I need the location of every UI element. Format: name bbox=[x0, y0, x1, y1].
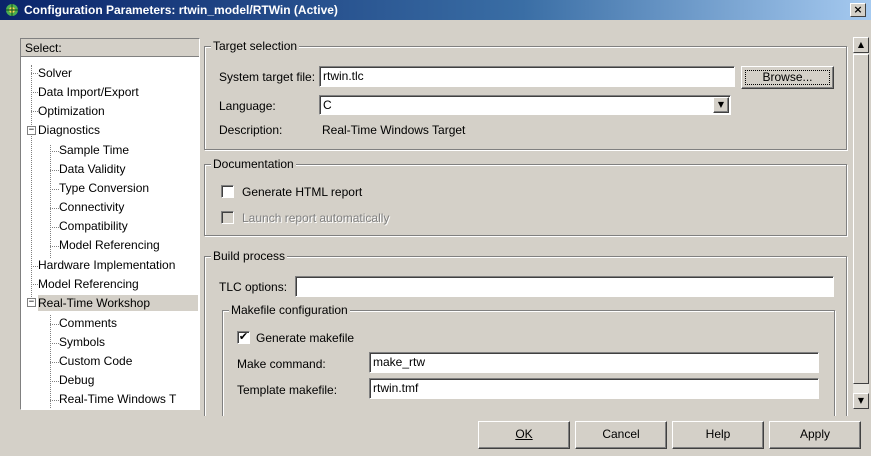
title-bar[interactable]: Configuration Parameters: rtwin_model/RT… bbox=[0, 0, 871, 20]
ok-button[interactable]: OK bbox=[478, 421, 570, 449]
group-title: Documentation bbox=[211, 157, 296, 171]
launch-report-checkbox bbox=[221, 211, 234, 224]
tlc-options-label: TLC options: bbox=[219, 280, 288, 294]
launch-report-label: Launch report automatically bbox=[242, 211, 390, 225]
tree-item-real-time-windows-target[interactable]: Real-Time Windows T bbox=[59, 391, 176, 407]
generate-makefile-checkbox[interactable]: ✔ bbox=[237, 331, 250, 344]
make-command-input[interactable]: make_rtw bbox=[369, 352, 819, 373]
tree-item-model-referencing[interactable]: Model Referencing bbox=[38, 276, 139, 292]
tree-item-real-time-workshop[interactable]: Real-Time Workshop bbox=[38, 295, 198, 311]
tree-item-solver[interactable]: Solver bbox=[38, 65, 72, 81]
tree-item-hardware-implementation[interactable]: Hardware Implementation bbox=[38, 257, 175, 273]
language-value: C bbox=[323, 98, 332, 112]
group-title: Build process bbox=[211, 249, 288, 263]
group-title: Target selection bbox=[211, 39, 300, 53]
help-button[interactable]: Help bbox=[672, 421, 764, 449]
tree-line bbox=[50, 189, 59, 190]
makefile-config-group: Makefile configuration ✔ Generate makefi… bbox=[222, 303, 835, 420]
system-target-input[interactable]: rtwin.tlc bbox=[319, 66, 735, 87]
collapse-icon[interactable]: − bbox=[27, 298, 36, 307]
tree-line bbox=[50, 381, 59, 382]
tree-header: Select: bbox=[21, 39, 199, 57]
simulink-icon bbox=[6, 4, 18, 16]
target-selection-group: Target selection System target file: rtw… bbox=[204, 39, 847, 150]
description-label: Description: bbox=[219, 123, 283, 137]
tree-line bbox=[31, 266, 38, 267]
tlc-options-input[interactable] bbox=[295, 276, 834, 297]
tree-item-data-validity[interactable]: Data Validity bbox=[59, 161, 125, 177]
tree-line bbox=[50, 362, 59, 363]
tree-item-comments[interactable]: Comments bbox=[59, 315, 117, 331]
tree-line bbox=[50, 324, 59, 325]
tree-line bbox=[50, 208, 59, 209]
tree-line bbox=[50, 246, 59, 247]
apply-button[interactable]: Apply bbox=[769, 421, 861, 449]
generate-makefile-label[interactable]: Generate makefile bbox=[256, 331, 354, 345]
tree-item-diag-model-referencing[interactable]: Model Referencing bbox=[59, 237, 160, 253]
tree-line bbox=[31, 284, 38, 285]
cancel-button[interactable]: Cancel bbox=[575, 421, 667, 449]
scroll-down-icon[interactable]: ▼ bbox=[853, 393, 869, 409]
vertical-scrollbar[interactable]: ▲ ▼ bbox=[853, 37, 869, 409]
make-command-label: Make command: bbox=[237, 357, 326, 371]
tree-line bbox=[50, 145, 51, 258]
build-process-group: Build process TLC options: Makefile conf… bbox=[204, 249, 847, 420]
tree-line bbox=[31, 73, 38, 74]
tree-line bbox=[50, 227, 59, 228]
tree-line bbox=[31, 111, 38, 112]
tree-item-connectivity[interactable]: Connectivity bbox=[59, 199, 124, 215]
tree-item-type-conversion[interactable]: Type Conversion bbox=[59, 180, 149, 196]
documentation-group: Documentation Generate HTML report Launc… bbox=[204, 157, 847, 236]
scroll-up-icon[interactable]: ▲ bbox=[853, 37, 869, 53]
tree-line bbox=[31, 65, 32, 305]
tree-item-sample-time[interactable]: Sample Time bbox=[59, 142, 129, 158]
language-select[interactable]: C bbox=[319, 95, 731, 115]
template-makefile-label: Template makefile: bbox=[237, 383, 338, 397]
tree-item-custom-code[interactable]: Custom Code bbox=[59, 353, 132, 369]
tree-line bbox=[31, 92, 38, 93]
scroll-thumb[interactable] bbox=[853, 54, 869, 384]
browse-button[interactable]: Browse... bbox=[741, 66, 834, 89]
generate-html-report-label[interactable]: Generate HTML report bbox=[242, 185, 362, 199]
generate-html-report-checkbox[interactable] bbox=[221, 185, 234, 198]
tree-item-optimization[interactable]: Optimization bbox=[38, 103, 105, 119]
tree-item-compatibility[interactable]: Compatibility bbox=[59, 218, 128, 234]
collapse-icon[interactable]: − bbox=[27, 126, 36, 135]
tree-item-diagnostics[interactable]: Diagnostics bbox=[38, 122, 100, 138]
language-label: Language: bbox=[219, 99, 276, 113]
system-target-label: System target file: bbox=[219, 70, 316, 84]
group-title: Makefile configuration bbox=[229, 303, 350, 317]
category-tree[interactable]: Select: − − Solver Data Import/Export Op… bbox=[20, 38, 200, 410]
tree-item-debug[interactable]: Debug bbox=[59, 372, 94, 388]
tree-item-symbols[interactable]: Symbols bbox=[59, 334, 105, 350]
close-button[interactable]: × bbox=[850, 3, 866, 17]
description-value: Real-Time Windows Target bbox=[322, 123, 466, 137]
dropdown-arrow-icon[interactable]: ▼ bbox=[713, 97, 729, 113]
tree-item-data-import-export[interactable]: Data Import/Export bbox=[38, 84, 139, 100]
template-makefile-input[interactable]: rtwin.tmf bbox=[369, 378, 819, 399]
tree-line bbox=[50, 151, 59, 152]
tree-line bbox=[50, 170, 59, 171]
tree-line bbox=[50, 343, 59, 344]
tree-line bbox=[50, 400, 59, 401]
window-title: Configuration Parameters: rtwin_model/RT… bbox=[24, 3, 338, 17]
